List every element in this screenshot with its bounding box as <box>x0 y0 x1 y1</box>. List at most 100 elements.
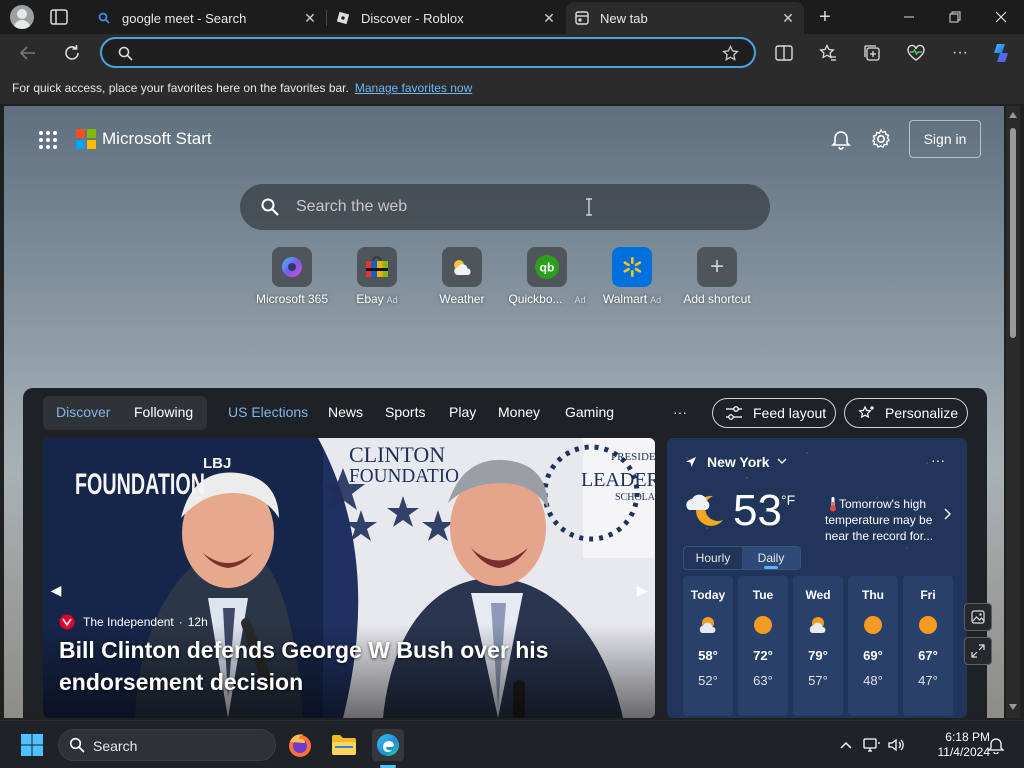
background-image-button[interactable] <box>964 603 992 631</box>
hero-next-arrow[interactable]: ▶ <box>633 578 651 602</box>
new-tab-favicon-icon <box>574 10 590 26</box>
address-input[interactable] <box>138 43 698 63</box>
close-tab-icon[interactable]: ✕ <box>541 10 557 26</box>
ebay-bag-icon <box>357 247 397 287</box>
tab-us-elections[interactable]: US Elections <box>228 404 308 420</box>
brand-name: Microsoft Start <box>102 129 212 148</box>
manage-favorites-link[interactable]: Manage favorites now <box>355 81 472 95</box>
profile-avatar[interactable] <box>10 5 34 29</box>
text-cursor-icon <box>584 198 594 216</box>
taskbar-clock[interactable]: 6:18 PM 11/4/2024 <box>920 730 991 760</box>
personalize-button[interactable]: Personalize <box>844 398 968 428</box>
browser-essentials-button[interactable] <box>902 39 930 67</box>
network-icon[interactable] <box>862 729 882 761</box>
shortcut-weather[interactable]: Weather <box>422 247 502 306</box>
forecast-day[interactable]: Tue 72° 63° <box>738 576 788 716</box>
start-button-windows-icon[interactable] <box>16 729 48 761</box>
page-settings-gear-icon[interactable] <box>870 128 892 150</box>
copilot-icon[interactable] <box>988 39 1016 67</box>
web-search-input[interactable] <box>296 196 736 218</box>
collections-button[interactable] <box>858 39 886 67</box>
volume-speaker-icon[interactable] <box>886 729 906 761</box>
notifications-bell-icon[interactable] <box>986 729 1006 761</box>
tab-google-meet-search[interactable]: google meet - Search ✕ <box>88 2 326 34</box>
shortcut-ebay[interactable]: Ebay Ad <box>337 247 417 306</box>
forecast-day[interactable]: Fri 67° 47° <box>903 576 953 716</box>
hero-previous-arrow[interactable]: ◀ <box>47 578 65 602</box>
taskbar-search-box[interactable]: Search <box>58 729 276 761</box>
more-tabs-button[interactable]: ··· <box>673 404 687 420</box>
close-tab-icon[interactable]: ✕ <box>780 10 796 26</box>
partly-cloudy-icon <box>807 614 829 636</box>
expand-feed-button[interactable] <box>964 637 992 665</box>
tab-discover[interactable]: Discover <box>56 404 110 420</box>
shortcut-microsoft-365[interactable]: Microsoft 365 <box>252 247 332 306</box>
forecast-day[interactable]: Thu 69° 48° <box>848 576 898 716</box>
forecast-low: 47° <box>918 673 938 688</box>
page-scrollbar[interactable] <box>1006 106 1020 718</box>
web-search-box[interactable] <box>240 184 770 230</box>
new-tab-button[interactable]: + <box>814 6 836 28</box>
firefox-icon[interactable] <box>284 729 316 761</box>
address-bar[interactable] <box>100 37 756 68</box>
minimize-button[interactable] <box>886 0 932 34</box>
refresh-button[interactable] <box>58 39 86 67</box>
tab-actions-icon[interactable] <box>50 9 68 25</box>
notifications-bell-icon[interactable] <box>830 128 852 150</box>
new-tab-page: Microsoft Start Sign in Microsoft 365 Eb… <box>4 106 1004 718</box>
alert-chevron-right-icon[interactable] <box>943 508 951 520</box>
tab-news[interactable]: News <box>328 404 363 420</box>
tab-following[interactable]: Following <box>134 404 193 420</box>
weather-card[interactable]: New York ··· 53 °F Tomorrow's high tempe… <box>667 438 967 718</box>
forecast-high: 69° <box>863 648 883 663</box>
forecast-high: 67° <box>918 648 938 663</box>
scroll-up-arrow[interactable] <box>1009 112 1017 118</box>
favorites-bar-message: For quick access, place your favorites h… <box>12 81 349 95</box>
edge-browser-icon[interactable] <box>372 729 404 761</box>
favorites-button[interactable] <box>814 39 842 67</box>
shortcut-quickbooks[interactable]: qb Quickbo... Ad <box>507 247 587 306</box>
microsoft-start-brand[interactable]: Microsoft Start <box>76 129 212 149</box>
app-launcher-icon[interactable] <box>38 130 58 150</box>
weather-alert-text[interactable]: Tomorrow's high temperature may be near … <box>825 496 947 544</box>
split-screen-button[interactable] <box>770 39 798 67</box>
shortcut-label: Add shortcut <box>683 292 751 306</box>
scroll-down-arrow[interactable] <box>1009 704 1017 710</box>
forecast-day[interactable]: Wed 79° 57° <box>793 576 843 716</box>
taskbar-search-label: Search <box>93 738 138 754</box>
weather-more-options[interactable]: ··· <box>931 452 945 468</box>
close-window-button[interactable] <box>978 0 1024 34</box>
article-headline[interactable]: Bill Clinton defends George W Bush over … <box>59 634 599 698</box>
ad-badge: Ad <box>386 295 398 305</box>
current-weather-moon-cloud-icon <box>683 488 727 532</box>
hero-article-card[interactable]: LBJ FOUNDATION CLINTON FOUNDATIO PRESIDE… <box>43 438 655 718</box>
shortcut-walmart[interactable]: Walmart Ad <box>592 247 672 306</box>
shortcut-add[interactable]: + Add shortcut <box>677 247 757 306</box>
sign-in-button[interactable]: Sign in <box>909 120 981 158</box>
show-hidden-icons-chevron-icon[interactable] <box>830 729 862 761</box>
news-feed-panel: Discover Following US Elections News Spo… <box>23 388 987 718</box>
tab-money[interactable]: Money <box>498 404 540 420</box>
backdrop-foundation-text: FOUNDATION <box>75 468 205 501</box>
scrollbar-thumb[interactable] <box>1010 128 1016 338</box>
file-explorer-folder-icon[interactable] <box>328 729 360 761</box>
close-tab-icon[interactable]: ✕ <box>302 10 318 26</box>
back-button[interactable] <box>14 39 42 67</box>
settings-more-button[interactable]: ··· <box>946 39 974 67</box>
tab-hourly[interactable]: Hourly <box>684 547 742 569</box>
search-favicon-icon <box>96 10 112 26</box>
tab-play[interactable]: Play <box>449 404 476 420</box>
temperature-unit[interactable]: °F <box>781 492 795 508</box>
location-dropdown-chevron-icon[interactable] <box>777 457 787 465</box>
tab-sports[interactable]: Sports <box>385 404 425 420</box>
tab-gaming[interactable]: Gaming <box>565 404 614 420</box>
restore-button[interactable] <box>932 0 978 34</box>
forecast-day-name: Thu <box>862 588 884 602</box>
tab-discover-roblox[interactable]: Discover - Roblox ✕ <box>327 2 565 34</box>
weather-location[interactable]: New York <box>707 454 770 470</box>
feed-layout-button[interactable]: Feed layout <box>712 398 836 428</box>
tab-new-tab[interactable]: New tab ✕ <box>566 2 804 34</box>
favorite-star-icon[interactable] <box>722 45 739 62</box>
weather-view-tabs: Hourly Daily <box>683 546 801 570</box>
forecast-day[interactable]: Today 58° 52° <box>683 576 733 716</box>
